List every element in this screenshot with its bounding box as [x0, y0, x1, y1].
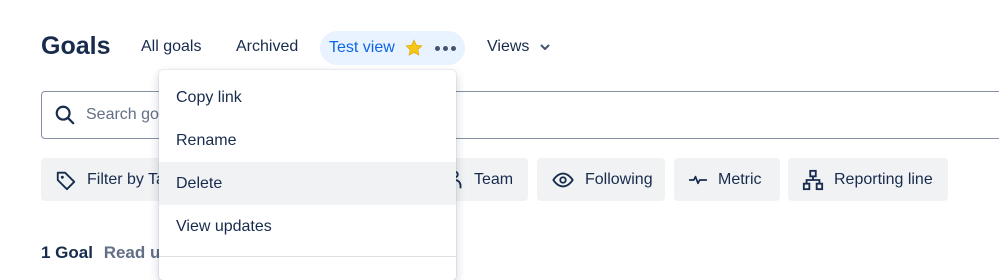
views-label: Views [487, 38, 530, 55]
reporting-line-label: Reporting line [834, 170, 933, 188]
tab-all-goals[interactable]: All goals [141, 38, 201, 56]
tab-test-view-label: Test view [329, 39, 395, 56]
star-icon[interactable] [404, 38, 424, 58]
chevron-down-icon [540, 44, 550, 50]
tag-icon [55, 169, 77, 191]
following-filter-button[interactable]: Following [537, 158, 665, 201]
views-dropdown[interactable]: Views [487, 38, 551, 56]
eye-icon [551, 169, 575, 191]
hierarchy-icon [802, 169, 824, 191]
tab-archived[interactable]: Archived [236, 38, 298, 56]
goal-count: 1 Goal [41, 243, 93, 262]
goal-count-summary: 1 Goal Read up [41, 243, 171, 263]
metric-filter-button[interactable]: Metric [674, 158, 780, 201]
menu-item-rename[interactable]: Rename [159, 119, 456, 162]
tab-test-view[interactable]: Test view [320, 31, 465, 65]
reporting-line-filter-button[interactable]: Reporting line [788, 158, 948, 201]
menu-item-delete[interactable]: Delete [159, 162, 456, 205]
filter-label: Filter by Ta [87, 170, 165, 188]
menu-item-copy-link[interactable]: Copy link [159, 76, 456, 119]
search-icon [55, 105, 75, 125]
filter-by-tag-button[interactable]: Filter by Ta [41, 158, 166, 201]
metric-label: Metric [718, 170, 762, 188]
page-title: Goals [41, 32, 111, 60]
view-options-menu: Copy link Rename Delete View updates [159, 70, 456, 280]
search-placeholder: Search goa [86, 106, 168, 123]
menu-divider [159, 256, 456, 257]
pulse-icon [688, 169, 708, 191]
more-options-icon[interactable] [434, 45, 456, 51]
menu-item-view-updates[interactable]: View updates [159, 205, 456, 248]
following-label: Following [585, 170, 653, 188]
team-label: Team [474, 170, 514, 188]
